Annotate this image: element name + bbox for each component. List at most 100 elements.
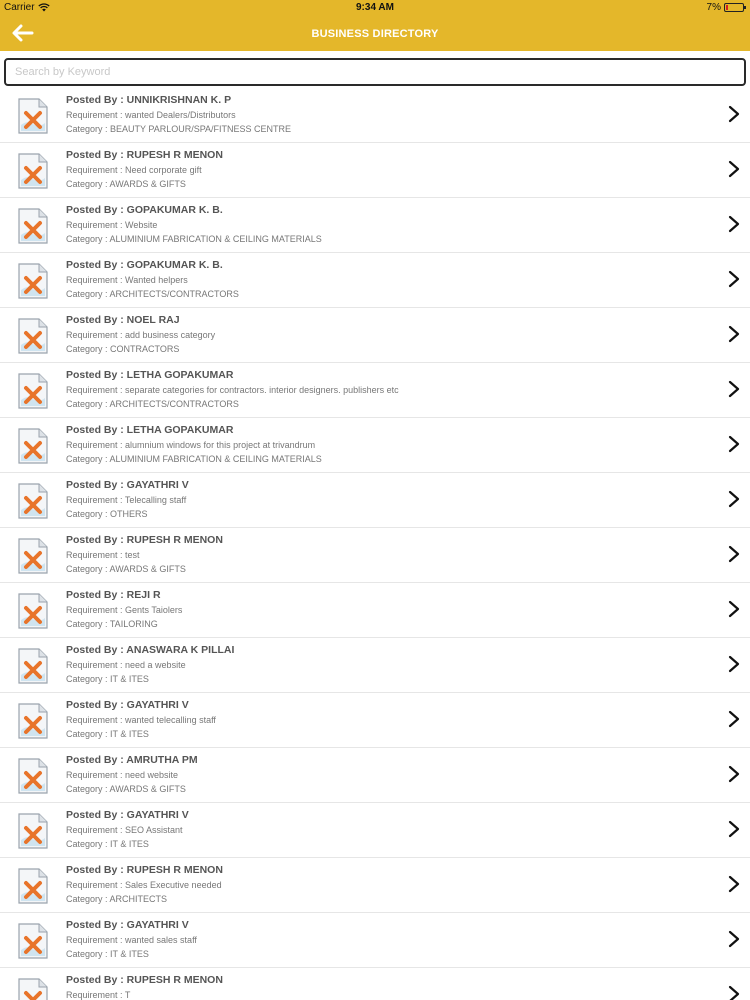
- category: Category : IT & ITES: [66, 729, 149, 739]
- category: Category : BEAUTY PARLOUR/SPA/FITNESS CE…: [66, 124, 292, 134]
- listing-row[interactable]: Posted By : LETHA GOPAKUMAR Requirement …: [0, 363, 750, 418]
- chevron-right-icon: [728, 435, 740, 453]
- requirement: Requirement : test: [66, 550, 140, 560]
- listing-row[interactable]: Posted By : RUPESH R MENON Requirement :…: [0, 858, 750, 913]
- requirement: Requirement : Website: [66, 220, 158, 230]
- requirement: Requirement : Telecalling staff: [66, 495, 187, 505]
- posted-by: Posted By : LETHA GOPAKUMAR: [66, 424, 234, 436]
- broken-image-icon: [18, 593, 48, 629]
- listing-row[interactable]: Posted By : GOPAKUMAR K. B. Requirement …: [0, 198, 750, 253]
- listing-row[interactable]: Posted By : LETHA GOPAKUMAR Requirement …: [0, 418, 750, 473]
- posted-by: Posted By : REJI R: [66, 589, 161, 601]
- broken-image-icon: [18, 538, 48, 574]
- chevron-right-icon: [728, 270, 740, 288]
- broken-image-icon: [18, 923, 48, 959]
- broken-image-icon: [18, 428, 48, 464]
- clock: 9:34 AM: [356, 2, 394, 13]
- posted-by: Posted By : GOPAKUMAR K. B.: [66, 204, 223, 216]
- category: Category : CONTRACTORS: [66, 344, 180, 354]
- category: Category : OTHERS: [66, 509, 148, 519]
- listing-row[interactable]: Posted By : GAYATHRI V Requirement : SEO…: [0, 803, 750, 858]
- requirement: Requirement : Gents Taiolers: [66, 605, 183, 615]
- listing-row[interactable]: Posted By : UNNIKRISHNAN K. P Requiremen…: [0, 88, 750, 143]
- broken-image-icon: [18, 868, 48, 904]
- requirement: Requirement : Wanted helpers: [66, 275, 188, 285]
- chevron-right-icon: [728, 930, 740, 948]
- chevron-right-icon: [728, 380, 740, 398]
- listing-row[interactable]: Posted By : GAYATHRI V Requirement : wan…: [0, 693, 750, 748]
- broken-image-icon: [18, 978, 48, 1000]
- battery-icon: [724, 3, 746, 12]
- posted-by: Posted By : ANASWARA K PILLAI: [66, 644, 235, 656]
- back-button[interactable]: [10, 22, 36, 44]
- chevron-right-icon: [728, 105, 740, 123]
- chevron-right-icon: [728, 655, 740, 673]
- posted-by: Posted By : UNNIKRISHNAN K. P: [66, 94, 232, 106]
- category: Category : IT & ITES: [66, 674, 149, 684]
- chevron-right-icon: [728, 600, 740, 618]
- broken-image-icon: [18, 98, 48, 134]
- status-bar: Carrier 9:34 AM 7%: [0, 0, 750, 16]
- requirement: Requirement : wanted Dealers/Distributor…: [66, 110, 236, 120]
- nav-bar: BUSINESS DIRECTORY: [0, 16, 750, 51]
- listing-row[interactable]: Posted By : REJI R Requirement : Gents T…: [0, 583, 750, 638]
- listing-row[interactable]: Posted By : RUPESH R MENON Requirement :…: [0, 528, 750, 583]
- posted-by: Posted By : RUPESH R MENON: [66, 864, 223, 876]
- posted-by: Posted By : GAYATHRI V: [66, 809, 189, 821]
- posted-by: Posted By : GAYATHRI V: [66, 919, 189, 931]
- posted-by: Posted By : AMRUTHA PM: [66, 754, 198, 766]
- listing-row[interactable]: Posted By : AMRUTHA PM Requirement : nee…: [0, 748, 750, 803]
- chevron-right-icon: [728, 325, 740, 343]
- search-bar: [0, 52, 750, 90]
- posted-by: Posted By : LETHA GOPAKUMAR: [66, 369, 234, 381]
- requirement: Requirement : need website: [66, 770, 179, 780]
- chevron-right-icon: [728, 820, 740, 838]
- category: Category : AWARDS & GIFTS: [66, 179, 186, 189]
- broken-image-icon: [18, 373, 48, 409]
- posted-by: Posted By : GAYATHRI V: [66, 479, 189, 491]
- posted-by: Posted By : RUPESH R MENON: [66, 534, 223, 546]
- broken-image-icon: [18, 263, 48, 299]
- listing-row[interactable]: Posted By : GAYATHRI V Requirement : wan…: [0, 913, 750, 968]
- listing-row[interactable]: Posted By : RUPESH R MENON Requirement :…: [0, 143, 750, 198]
- broken-image-icon: [18, 318, 48, 354]
- requirement: Requirement : wanted telecalling staff: [66, 715, 216, 725]
- chevron-right-icon: [728, 490, 740, 508]
- listing-list: Posted By : UNNIKRISHNAN K. P Requiremen…: [0, 88, 750, 1000]
- requirement: Requirement : add business category: [66, 330, 216, 340]
- listing-row[interactable]: Posted By : ANASWARA K PILLAI Requiremen…: [0, 638, 750, 693]
- requirement: Requirement : SEO Assistant: [66, 825, 183, 835]
- chevron-right-icon: [728, 215, 740, 233]
- category: Category : ALUMINIUM FABRICATION & CEILI…: [66, 234, 322, 244]
- posted-by: Posted By : RUPESH R MENON: [66, 149, 223, 161]
- broken-image-icon: [18, 483, 48, 519]
- requirement: Requirement : Sales Executive needed: [66, 880, 222, 890]
- chevron-right-icon: [728, 545, 740, 563]
- category: Category : ARCHITECTS/CONTRACTORS: [66, 399, 239, 409]
- category: Category : TAILORING: [66, 619, 158, 629]
- category: Category : IT & ITES: [66, 839, 149, 849]
- chevron-right-icon: [728, 985, 740, 1000]
- category: Category : IT & ITES: [66, 949, 149, 959]
- broken-image-icon: [18, 208, 48, 244]
- battery-group: 7%: [706, 2, 746, 13]
- requirement: Requirement : wanted sales staff: [66, 935, 197, 945]
- listing-row[interactable]: Posted By : GOPAKUMAR K. B. Requirement …: [0, 253, 750, 308]
- posted-by: Posted By : NOEL RAJ: [66, 314, 180, 326]
- requirement: Requirement : need a website: [66, 660, 186, 670]
- listing-row[interactable]: Posted By : NOEL RAJ Requirement : add b…: [0, 308, 750, 363]
- listing-row[interactable]: Posted By : RUPESH R MENON Requirement :…: [0, 968, 750, 1000]
- page-title: BUSINESS DIRECTORY: [311, 27, 439, 40]
- requirement: Requirement : Need corporate gift: [66, 165, 202, 175]
- posted-by: Posted By : GAYATHRI V: [66, 699, 189, 711]
- chevron-right-icon: [728, 710, 740, 728]
- search-input[interactable]: [4, 58, 746, 86]
- category: Category : AWARDS & GIFTS: [66, 784, 186, 794]
- category: Category : AWARDS & GIFTS: [66, 564, 186, 574]
- broken-image-icon: [18, 703, 48, 739]
- battery-percent: 7%: [706, 2, 721, 13]
- category: Category : ARCHITECTS: [66, 894, 168, 904]
- requirement: Requirement : alumnium windows for this …: [66, 440, 316, 450]
- listing-row[interactable]: Posted By : GAYATHRI V Requirement : Tel…: [0, 473, 750, 528]
- chevron-right-icon: [728, 765, 740, 783]
